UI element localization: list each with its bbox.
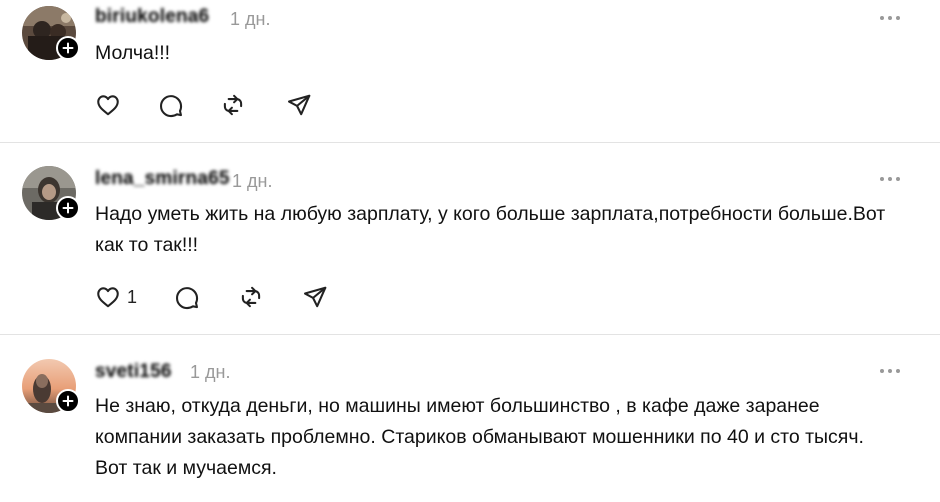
like-button[interactable]: 1 (95, 283, 137, 311)
more-dots-icon (880, 177, 900, 181)
timestamp[interactable]: 1 дн. (230, 9, 270, 30)
comment-icon (160, 95, 183, 118)
more-button[interactable] (876, 10, 904, 26)
more-dots-icon (880, 16, 900, 20)
avatar[interactable] (22, 6, 80, 60)
avatar[interactable] (22, 166, 80, 220)
repost-icon (223, 94, 243, 116)
plus-icon (62, 395, 74, 407)
username[interactable]: biriukolena6 (95, 6, 209, 28)
more-button[interactable] (876, 171, 904, 187)
post-actions: 1 (95, 283, 335, 311)
username[interactable]: lena_smirna65 (95, 168, 230, 190)
comment-icon (176, 287, 199, 310)
heart-icon (97, 287, 119, 308)
heart-icon (97, 95, 119, 116)
repost-icon (241, 286, 261, 308)
plus-icon (62, 202, 74, 214)
repost-button[interactable] (238, 283, 264, 311)
more-button[interactable] (876, 363, 904, 379)
reply-button[interactable] (174, 283, 200, 311)
follow-button[interactable] (56, 389, 80, 413)
reply-button[interactable] (158, 91, 184, 119)
more-dots-icon (880, 369, 900, 373)
username[interactable]: sveti156 (95, 361, 172, 383)
send-icon (304, 286, 327, 308)
timestamp[interactable]: 1 дн. (190, 362, 230, 383)
share-button[interactable] (286, 91, 312, 119)
post-text: Молча!!! (95, 42, 171, 64)
post-text: Надо уметь жить на любую зарплату, у ког… (95, 203, 886, 256)
send-icon (288, 94, 311, 116)
post: lena_smirna65 1 дн. Надо уметь жить на л… (0, 143, 940, 334)
post-text: Не знаю, откуда деньги, но машины имеют … (95, 395, 864, 479)
avatar[interactable] (22, 359, 80, 413)
follow-button[interactable] (56, 36, 80, 60)
plus-icon (62, 42, 74, 54)
post-actions (95, 91, 325, 119)
share-button[interactable] (302, 283, 328, 311)
repost-button[interactable] (220, 91, 246, 119)
like-count: 1 (127, 286, 138, 307)
post: sveti156 1 дн. Не знаю, откуда деньги, н… (0, 335, 940, 502)
follow-button[interactable] (56, 196, 80, 220)
like-button[interactable] (95, 91, 121, 119)
post: biriukolena6 1 дн. Молча!!! (0, 0, 940, 142)
timestamp[interactable]: 1 дн. (232, 171, 272, 192)
